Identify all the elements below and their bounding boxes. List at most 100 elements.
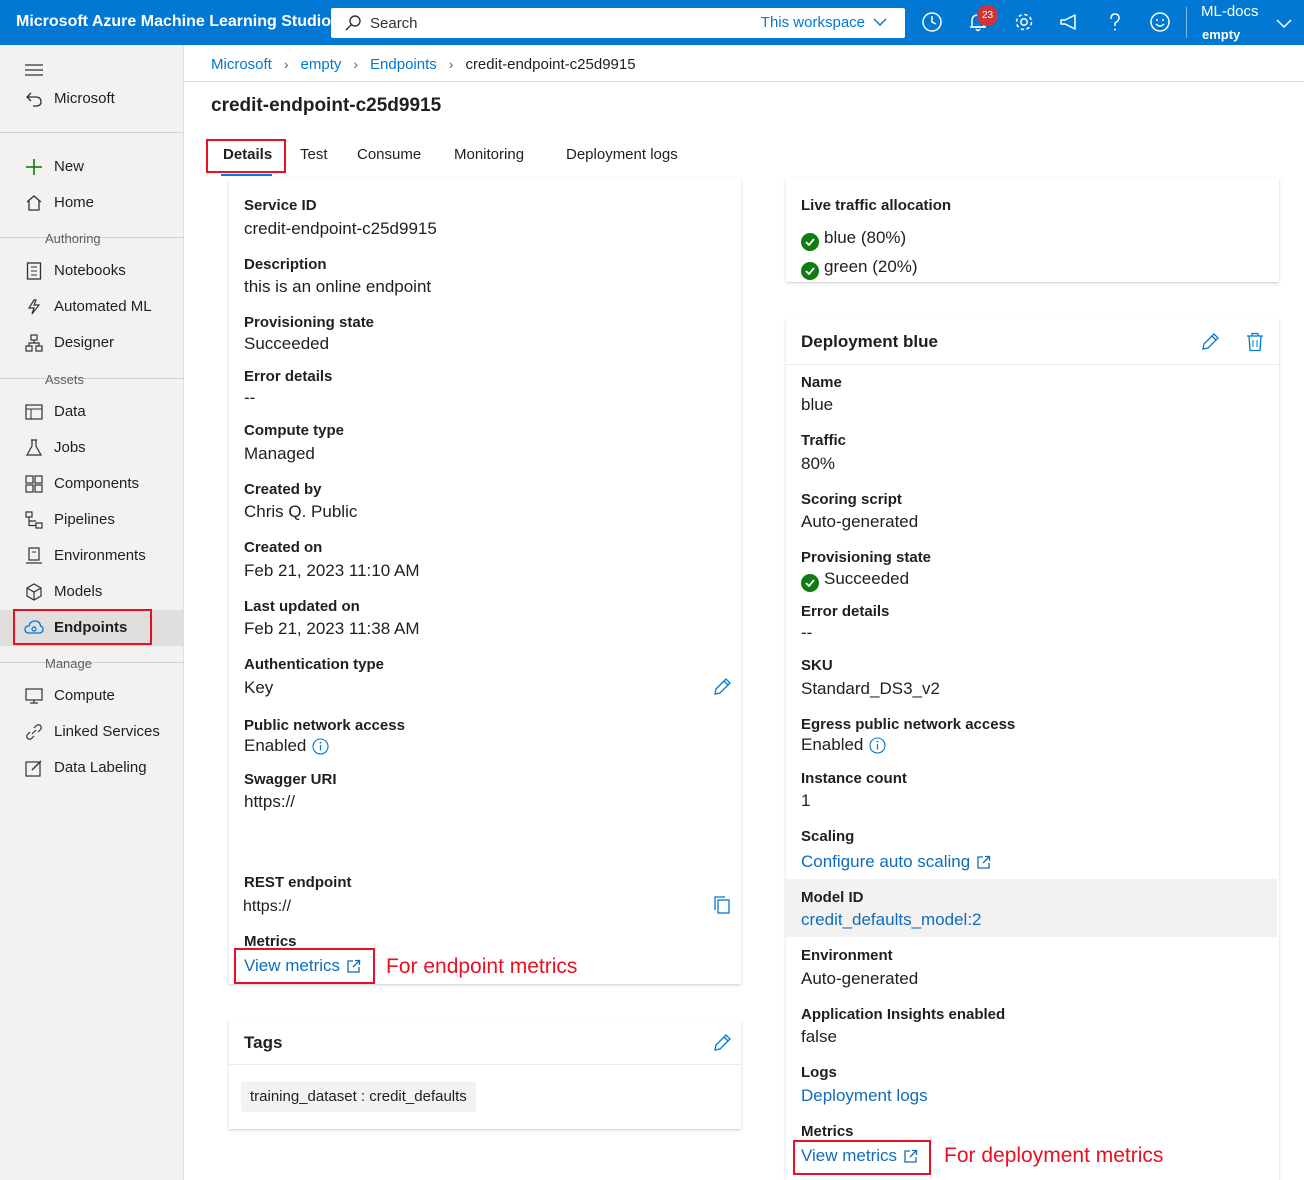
- edit-pencil-icon[interactable]: [712, 677, 732, 702]
- sidebar-item-data-labeling[interactable]: Data Labeling: [0, 750, 183, 786]
- active-tab-indicator: [221, 174, 272, 176]
- sidebar-item-environments[interactable]: Environments: [0, 538, 183, 574]
- sidebar-item-label: Components: [54, 475, 140, 492]
- chevron-down-icon[interactable]: [1276, 16, 1292, 34]
- info-icon[interactable]: [869, 736, 886, 754]
- sidebar-item-home[interactable]: Home: [0, 185, 183, 221]
- delete-trash-icon[interactable]: [1246, 332, 1264, 357]
- public-access-label: Public network access: [244, 717, 405, 734]
- tags-card: [229, 1020, 741, 1129]
- sidebar-item-back-microsoft[interactable]: Microsoft: [0, 81, 183, 117]
- hamburger-icon[interactable]: [24, 60, 44, 80]
- configure-auto-scaling-link[interactable]: Configure auto scaling: [801, 852, 991, 872]
- deployment-logs-link[interactable]: Deployment logs: [801, 1086, 928, 1106]
- link-icon: [24, 722, 44, 742]
- breadcrumb-endpoints[interactable]: Endpoints: [370, 56, 437, 73]
- edit-pencil-icon[interactable]: [1200, 332, 1220, 357]
- highlight-box-details-tab: [206, 139, 286, 173]
- sidebar-item-label: Models: [54, 583, 103, 600]
- sidebar-item-linked-services[interactable]: Linked Services: [0, 714, 183, 750]
- rest-endpoint-value: https://: [243, 898, 292, 915]
- breadcrumb: Microsoft › empty › Endpoints › credit-e…: [211, 54, 636, 74]
- provisioning-state-value: Succeeded: [244, 334, 330, 353]
- breadcrumb-divider: [184, 81, 1304, 82]
- logs-label: Logs: [801, 1064, 837, 1081]
- service-id-value: credit-endpoint-c25d9915: [244, 219, 437, 238]
- edit-pencil-icon[interactable]: [712, 1033, 732, 1058]
- traffic-item-label: blue (80%): [824, 228, 907, 247]
- deployment-error-value: --: [801, 623, 813, 642]
- info-icon[interactable]: [312, 737, 329, 755]
- created-on-label: Created on: [244, 539, 323, 556]
- sidebar-item-jobs[interactable]: Jobs: [0, 430, 183, 466]
- app-insights-value: false: [801, 1027, 837, 1046]
- breadcrumb-microsoft[interactable]: Microsoft: [211, 56, 272, 73]
- app-title[interactable]: Microsoft Azure Machine Learning Studio: [16, 13, 331, 31]
- tab-deployment-logs[interactable]: Deployment logs: [566, 146, 678, 163]
- sidebar-item-data[interactable]: Data: [0, 394, 183, 430]
- help-icon[interactable]: [1103, 10, 1127, 34]
- sidebar-item-models[interactable]: Models: [0, 574, 183, 610]
- tab-consume[interactable]: Consume: [357, 146, 421, 163]
- tab-test[interactable]: Test: [300, 146, 328, 163]
- workspace-name[interactable]: ML-docs: [1201, 3, 1259, 20]
- highlight-box-deployment-metrics: [793, 1140, 931, 1175]
- public-access-row: Enabled: [244, 736, 329, 756]
- sidebar-item-new[interactable]: New: [0, 149, 183, 185]
- deployment-provisioning-label: Provisioning state: [801, 549, 932, 566]
- sidebar-item-label: Notebooks: [54, 262, 126, 279]
- check-circle-icon: [801, 574, 819, 592]
- traffic-item: blue (80%): [801, 228, 906, 251]
- sidebar-item-pipelines[interactable]: Pipelines: [0, 502, 183, 538]
- tag-chip: training_dataset : credit_defaults: [241, 1082, 476, 1112]
- environment-label: Environment: [801, 947, 893, 964]
- sidebar-item-components[interactable]: Components: [0, 466, 183, 502]
- configure-auto-scaling-text: Configure auto scaling: [801, 852, 971, 871]
- created-by-value: Chris Q. Public: [244, 502, 358, 521]
- search-icon: [344, 14, 362, 37]
- sidebar-item-label: Designer: [54, 334, 115, 351]
- history-icon[interactable]: [920, 10, 944, 34]
- sidebar-section-manage: Manage: [45, 656, 92, 671]
- copy-icon[interactable]: [713, 895, 731, 920]
- environment-value: Auto-generated: [801, 969, 919, 988]
- card-divider: [786, 364, 1279, 365]
- compute-type-label: Compute type: [244, 422, 345, 439]
- search-placeholder[interactable]: Search: [370, 15, 418, 32]
- model-id-link[interactable]: credit_defaults_model:2: [801, 910, 982, 930]
- sidebar-item-label: Compute: [54, 687, 115, 704]
- smiley-icon[interactable]: [1148, 10, 1172, 34]
- deployment-error-label: Error details: [801, 603, 890, 620]
- sidebar-item-label: New: [54, 158, 85, 175]
- components-icon: [24, 474, 44, 494]
- provisioning-state-label: Provisioning state: [244, 314, 375, 331]
- sidebar-item-designer[interactable]: Designer: [0, 325, 183, 361]
- sidebar-item-label: Automated ML: [54, 298, 152, 315]
- sidebar-item-automated-ml[interactable]: Automated ML: [0, 289, 183, 325]
- search-scope-dropdown[interactable]: This workspace: [761, 14, 887, 31]
- workspace-subtitle[interactable]: empty: [1202, 27, 1240, 42]
- sidebar-item-compute[interactable]: Compute: [0, 678, 183, 714]
- auth-type-label: Authentication type: [244, 656, 385, 673]
- chevron-right-icon: ›: [283, 56, 289, 72]
- deployment-name-label: Name: [801, 374, 842, 391]
- tags-title: Tags: [244, 1033, 283, 1052]
- check-circle-icon: [801, 262, 819, 280]
- automated-ml-icon: [24, 297, 44, 317]
- instance-count-label: Instance count: [801, 770, 907, 787]
- app-insights-label: Application Insights enabled: [801, 1006, 1006, 1023]
- chevron-down-icon: [873, 18, 887, 26]
- notification-badge[interactable]: 23: [977, 5, 998, 26]
- sidebar-item-notebooks[interactable]: Notebooks: [0, 253, 183, 289]
- page-title: credit-endpoint-c25d9915: [211, 95, 442, 116]
- breadcrumb-workspace[interactable]: empty: [301, 56, 342, 73]
- error-details-value: --: [244, 388, 256, 407]
- tab-monitoring[interactable]: Monitoring: [454, 146, 524, 163]
- last-updated-value: Feb 21, 2023 11:38 AM: [244, 619, 420, 638]
- sku-value: Standard_DS3_v2: [801, 679, 940, 698]
- sidebar-item-label: Data: [54, 403, 86, 420]
- instance-count-value: 1: [801, 791, 811, 810]
- gear-icon[interactable]: [1012, 10, 1036, 34]
- search-box[interactable]: Search This workspace: [331, 8, 905, 38]
- feedback-megaphone-icon[interactable]: [1057, 10, 1081, 34]
